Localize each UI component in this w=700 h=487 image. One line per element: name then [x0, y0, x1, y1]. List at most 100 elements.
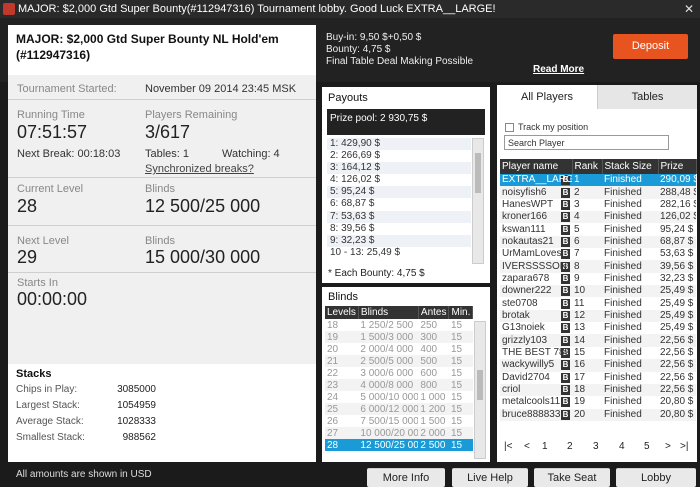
page-4[interactable]: 4	[619, 441, 625, 452]
last-page-button[interactable]: >|	[680, 441, 688, 452]
player-stack: Finished	[602, 260, 658, 273]
player-row[interactable]: Bgrizzly103 14 Finished 22,56 $	[500, 334, 696, 347]
synchronized-breaks-link[interactable]: Synchronized breaks?	[145, 163, 254, 175]
player-row[interactable]: B David2704 17 Finished 22,56 $	[500, 372, 696, 384]
player-prize: 282,16 $	[660, 198, 696, 210]
blinds-row: 23 4 000/8 000 800 15	[325, 379, 473, 391]
bounty-badge-icon: B	[561, 360, 570, 371]
search-player-input[interactable]	[504, 135, 669, 150]
player-prize: 22,56 $	[660, 371, 694, 383]
player-row[interactable]: Bmetalcools11 19 Finished 20,80 $	[500, 396, 696, 408]
more-info-button[interactable]: More Info	[367, 468, 445, 487]
blinds-scrollbar[interactable]	[474, 321, 486, 459]
window-title: MAJOR: $2,000 Gtd Super Bounty(#11294731…	[18, 3, 496, 15]
player-row[interactable]: Bbrotak 12 Finished 25,49 $	[500, 309, 696, 323]
next-page-button[interactable]: >	[665, 441, 671, 452]
blinds-title: Blinds	[328, 291, 358, 303]
blinds-cell: 300	[418, 331, 449, 343]
tab-tables[interactable]: Tables	[597, 85, 697, 109]
col-blinds[interactable]: Blinds	[358, 306, 419, 319]
player-row[interactable]: B G13noiek 13 Finished 25,49 $	[500, 322, 696, 334]
player-rank: 15	[574, 346, 586, 358]
prev-page-button[interactable]: <	[524, 441, 530, 452]
player-name: UrMamLoves	[502, 248, 562, 260]
payout-scrollbar[interactable]	[472, 138, 484, 264]
players-remaining-label: Players Remaining	[145, 109, 238, 121]
player-row[interactable]: Bdowner222 10 Finished 25,49 $	[500, 285, 696, 298]
col-levels[interactable]: Levels	[325, 306, 359, 319]
take-seat-button[interactable]: Take Seat	[534, 468, 610, 487]
blinds-cell: 800	[418, 379, 449, 391]
bounty-badge-icon: B	[561, 273, 570, 284]
blinds-cell: 2 500/5 000	[358, 355, 419, 367]
player-row[interactable]: Bzapara678 9 Finished 32,23 $	[500, 273, 696, 285]
player-name: ste0708	[502, 297, 538, 309]
player-row[interactable]: B IVERSSSSON 8 Finished 39,56 $	[500, 260, 696, 273]
blinds-row: 19 1 500/3 000 300 15	[325, 331, 473, 343]
tournament-name: MAJOR: $2,000 Gtd Super Bounty NL Hold'e…	[8, 25, 316, 75]
player-prize: 53,63 $	[660, 248, 694, 260]
track-position[interactable]: Track my position	[505, 122, 588, 133]
live-help-button[interactable]: Live Help	[452, 468, 528, 487]
player-row[interactable]: Bcriol 18 Finished 22,56 $	[500, 383, 696, 397]
player-name-cell: Bcriol	[500, 383, 572, 397]
scrollbar-thumb[interactable]	[475, 153, 481, 193]
blinds-cell: 26	[327, 415, 339, 427]
page-1[interactable]: 1	[542, 441, 548, 452]
blinds-cell: 3 000/6 000	[360, 367, 414, 379]
watching-count: Watching: 4	[222, 148, 280, 160]
bounty-badge-icon: B	[561, 409, 570, 420]
player-name-cell: Bmetalcools11	[500, 396, 572, 408]
player-row[interactable]: Bnokautas21 6 Finished 68,87 $	[500, 235, 696, 249]
page-2[interactable]: 2	[567, 441, 573, 452]
player-row[interactable]: BEXTRA__LARGE1Finished290,09 $	[500, 174, 696, 187]
blinds-cell: 10 000/20 000	[358, 427, 419, 439]
player-row[interactable]: Bwackywilly5 16 Finished 22,56 $	[500, 359, 696, 372]
col-prize[interactable]: Prize	[658, 159, 697, 174]
player-row[interactable]: B THE BEST 789 15 Finished 22,56 $	[500, 347, 696, 359]
next-break: Next Break: 00:18:03	[17, 148, 121, 160]
lobby-button[interactable]: Lobby	[616, 468, 696, 487]
blinds-cell: 1 000	[420, 391, 446, 403]
player-rank: 16	[572, 359, 602, 372]
player-prize: 25,49 $	[658, 285, 696, 298]
stacks-title: Stacks	[16, 368, 52, 380]
close-icon[interactable]: ✕	[684, 0, 694, 18]
page-5[interactable]: 5	[644, 441, 650, 452]
running-time-value: 07:51:57	[17, 122, 88, 142]
col-stack-size[interactable]: Stack Size	[602, 159, 659, 174]
player-row[interactable]: Bnoisyfish6 2 Finished 288,48 $	[500, 186, 696, 199]
player-prize: 22,56 $	[658, 334, 696, 347]
player-row[interactable]: B HanesWPT 3 Finished 282,16 $	[500, 199, 696, 211]
player-row[interactable]: Bste0708 11 Finished 25,49 $	[500, 297, 696, 309]
blinds-cell: 15	[450, 391, 463, 403]
col-min[interactable]: Min.	[448, 306, 474, 319]
player-prize: 290,09 $	[658, 174, 696, 187]
player-row[interactable]: Bbruce888833 20 Finished 20,80 $	[500, 408, 696, 421]
player-name: David2704	[502, 371, 550, 383]
read-more-link[interactable]: Read More	[533, 64, 584, 75]
col-player-name[interactable]: Player name	[500, 159, 573, 174]
player-row[interactable]: Bkswan111 5 Finished 95,24 $	[500, 223, 696, 235]
scrollbar-thumb[interactable]	[477, 370, 483, 400]
payout-row: 4: 126,02 $	[330, 174, 381, 186]
next-blinds-value: 15 000/30 000	[145, 247, 261, 267]
bounty-badge-icon: B	[561, 335, 570, 346]
page-3[interactable]: 3	[593, 441, 599, 452]
deal-making-line: Final Table Deal Making Possible	[326, 56, 474, 67]
blinds-cell: 1 500	[420, 415, 446, 427]
track-position-checkbox[interactable]	[505, 123, 514, 133]
tab-all-players[interactable]: All Players	[497, 85, 597, 109]
blinds-table: Levels Blinds Antes Min. 18 1 250/2 500 25…	[325, 306, 474, 451]
player-row[interactable]: Bkroner166 4 Finished 126,02 $	[500, 211, 696, 224]
pagination: |< < 1 2 3 4 5 > >|	[502, 441, 694, 455]
col-antes[interactable]: Antes	[418, 306, 450, 319]
player-name-cell: B G13noiek	[500, 322, 572, 334]
blinds-cell: 1 200	[418, 403, 449, 415]
player-row[interactable]: B UrMamLoves 7 Finished 53,63 $	[500, 248, 696, 260]
player-name-cell: Bzapara678	[500, 273, 572, 285]
player-name-cell: Bste0708	[500, 297, 572, 309]
col-rank[interactable]: Rank	[572, 159, 603, 174]
deposit-button[interactable]: Deposit	[613, 34, 688, 59]
first-page-button[interactable]: |<	[504, 441, 512, 452]
